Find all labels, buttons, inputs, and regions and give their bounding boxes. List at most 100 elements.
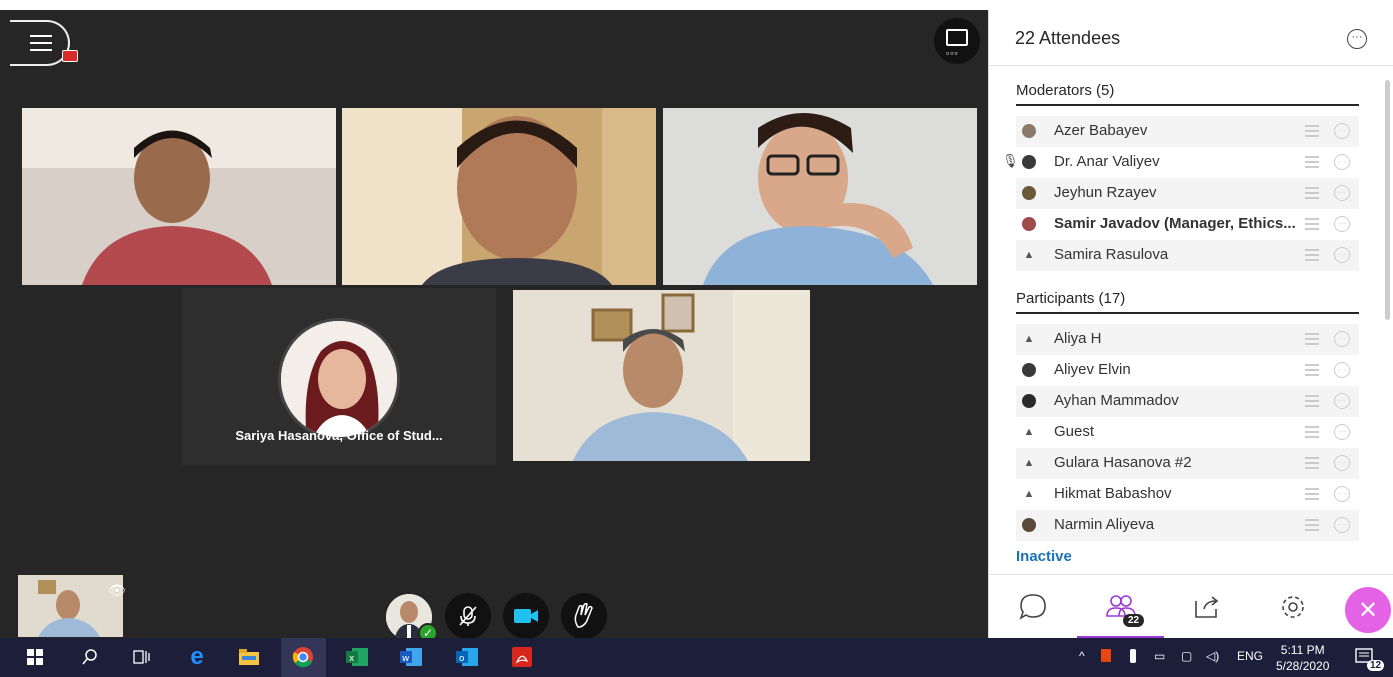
list-icon[interactable] bbox=[1305, 364, 1319, 376]
attendee-row[interactable]: ▲ Samira Rasulova ··· bbox=[1016, 240, 1359, 271]
attendee-name: Gulara Hasanova #2 bbox=[1054, 454, 1192, 471]
mic-off-icon bbox=[459, 606, 477, 626]
list-icon[interactable] bbox=[1305, 187, 1319, 199]
chat-button[interactable] bbox=[1015, 589, 1051, 625]
moderators-heading: Moderators (5) bbox=[1016, 74, 1359, 106]
language-indicator[interactable]: ENG bbox=[1237, 649, 1263, 663]
windows-taskbar: e x w o ^ ▭ ▢ ◁) ENG 5:11 PM 5/28/2020 1… bbox=[0, 638, 1393, 677]
attendee-options-icon[interactable]: ··· bbox=[1334, 517, 1350, 533]
video-tile-2[interactable] bbox=[342, 108, 656, 285]
attendee-row[interactable]: Jeyhun Rzayev ··· bbox=[1016, 178, 1359, 209]
svg-text:o: o bbox=[459, 654, 465, 664]
video-tile-1[interactable] bbox=[22, 108, 336, 285]
attendee-name: Azer Babayev bbox=[1054, 122, 1148, 139]
inactive-heading[interactable]: Inactive bbox=[1016, 548, 1072, 565]
user-icon: ▲ bbox=[1023, 249, 1035, 261]
settings-button[interactable] bbox=[1275, 589, 1311, 625]
pdf-reader-icon[interactable] bbox=[511, 646, 533, 668]
panel-footer: 22 ✕ bbox=[989, 574, 1393, 639]
attendee-row[interactable]: ▲ Gulara Hasanova #2 ··· bbox=[1016, 448, 1359, 479]
excel-icon[interactable]: x bbox=[346, 646, 368, 668]
eye-icon[interactable]: 👁 bbox=[108, 582, 126, 599]
screen-layout-icon bbox=[946, 29, 968, 46]
attendee-options-icon[interactable]: ··· bbox=[1334, 455, 1350, 471]
video-tile-3[interactable] bbox=[663, 108, 977, 285]
attendee-row[interactable]: ▲ Aliya H ··· bbox=[1016, 324, 1359, 355]
list-icon[interactable] bbox=[1305, 395, 1319, 407]
attendee-name: Aliya H bbox=[1054, 330, 1102, 347]
office-tray-icon[interactable] bbox=[1101, 649, 1111, 665]
svg-text:w: w bbox=[402, 654, 409, 664]
attendee-count-badge: 22 bbox=[1123, 614, 1145, 627]
panel-scrollbar[interactable] bbox=[1385, 80, 1390, 320]
attendee-row[interactable]: Aliyev Elvin ··· bbox=[1016, 355, 1359, 386]
gear-icon bbox=[1282, 596, 1304, 618]
word-icon[interactable]: w bbox=[400, 646, 422, 668]
user-icon: ▲ bbox=[1023, 426, 1035, 438]
attendee-options-icon[interactable]: ··· bbox=[1334, 331, 1350, 347]
close-panel-button[interactable]: ✕ bbox=[1345, 587, 1391, 633]
attendee-row[interactable]: ▲ Hikmat Babashov ··· bbox=[1016, 479, 1359, 510]
windows-start-icon[interactable] bbox=[24, 646, 46, 668]
attendee-options-icon[interactable]: ··· bbox=[1334, 424, 1350, 440]
attendees-panel: 22 Attendees ··· Moderators (5) Azer Bab… bbox=[988, 10, 1393, 639]
attendee-name: Ayhan Mammadov bbox=[1054, 392, 1179, 409]
layout-toggle-button[interactable]: ▫▫▫ bbox=[934, 18, 980, 64]
video-tile-5[interactable] bbox=[513, 290, 810, 461]
attendee-name: Samira Rasulova bbox=[1054, 246, 1169, 263]
chrome-icon[interactable] bbox=[292, 646, 314, 668]
list-icon[interactable] bbox=[1305, 125, 1319, 137]
more-options-icon[interactable]: ··· bbox=[1347, 29, 1367, 49]
battery-icon[interactable]: ▭ bbox=[1154, 649, 1165, 663]
network-icon[interactable]: ▢ bbox=[1181, 649, 1192, 663]
attendee-options-icon[interactable]: ··· bbox=[1334, 393, 1350, 409]
edge-browser-icon[interactable]: e bbox=[186, 643, 208, 670]
session-menu-button[interactable] bbox=[10, 20, 70, 66]
attendee-options-icon[interactable]: ··· bbox=[1334, 486, 1350, 502]
svg-text:x: x bbox=[349, 654, 355, 664]
attendee-row[interactable]: ▲ Guest ··· bbox=[1016, 417, 1359, 448]
system-clock[interactable]: 5:11 PM 5/28/2020 bbox=[1276, 642, 1329, 674]
list-icon[interactable] bbox=[1305, 426, 1319, 438]
file-explorer-icon[interactable] bbox=[238, 646, 260, 668]
list-icon[interactable] bbox=[1305, 457, 1319, 469]
outlook-icon[interactable]: o bbox=[456, 646, 478, 668]
camera-icon bbox=[514, 609, 538, 623]
participant-video bbox=[513, 290, 810, 461]
attendee-options-icon[interactable]: ··· bbox=[1334, 154, 1350, 170]
participant-video bbox=[663, 108, 977, 285]
attendee-options-icon[interactable]: ··· bbox=[1334, 123, 1350, 139]
raise-hand-button[interactable] bbox=[561, 593, 607, 639]
search-icon[interactable] bbox=[79, 646, 101, 668]
attendee-row[interactable]: Samir Javadov (Manager, Ethics... ··· bbox=[1016, 209, 1359, 240]
attendee-name: Jeyhun Rzayev bbox=[1054, 184, 1157, 201]
menu-icon bbox=[30, 35, 52, 56]
attendee-row[interactable]: Narmin Aliyeva ··· bbox=[1016, 510, 1359, 541]
list-icon[interactable] bbox=[1305, 519, 1319, 531]
speaking-mic-icon: 🎙 bbox=[1002, 153, 1019, 168]
list-icon[interactable] bbox=[1305, 249, 1319, 261]
task-view-icon[interactable] bbox=[131, 646, 153, 668]
attendee-avatar bbox=[1022, 394, 1036, 408]
list-icon[interactable] bbox=[1305, 218, 1319, 230]
camera-button[interactable] bbox=[503, 593, 549, 639]
list-icon[interactable] bbox=[1305, 333, 1319, 345]
attendee-row[interactable]: Ayhan Mammadov ··· bbox=[1016, 386, 1359, 417]
attendee-options-icon[interactable]: ··· bbox=[1334, 216, 1350, 232]
user-icon: ▲ bbox=[1023, 457, 1035, 469]
list-icon[interactable] bbox=[1305, 156, 1319, 168]
attendee-options-icon[interactable]: ··· bbox=[1334, 247, 1350, 263]
avatar-tile[interactable]: Sariya Hasanova, Office of Stud... bbox=[182, 288, 496, 465]
usb-tray-icon[interactable] bbox=[1130, 649, 1136, 666]
list-icon[interactable] bbox=[1305, 488, 1319, 500]
attendee-options-icon[interactable]: ··· bbox=[1334, 185, 1350, 201]
attendee-row[interactable]: 🎙 Dr. Anar Valiyev ··· bbox=[1002, 147, 1359, 178]
share-content-button[interactable] bbox=[1189, 589, 1225, 625]
attendee-options-icon[interactable]: ··· bbox=[1334, 362, 1350, 378]
microphone-button[interactable] bbox=[445, 593, 491, 639]
attendee-avatar bbox=[1022, 124, 1036, 138]
volume-icon[interactable]: ◁) bbox=[1206, 649, 1219, 663]
tray-expand-icon[interactable]: ^ bbox=[1079, 649, 1085, 663]
attendee-row[interactable]: Azer Babayev ··· bbox=[1016, 116, 1359, 147]
participant-video bbox=[22, 108, 336, 285]
